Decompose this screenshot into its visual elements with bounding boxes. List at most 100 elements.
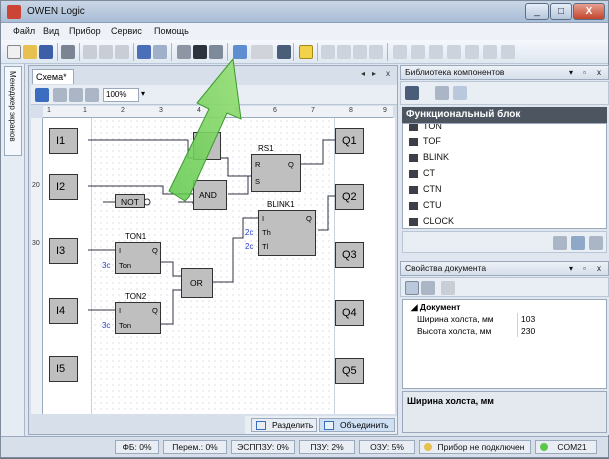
zoom-select[interactable]: 100% xyxy=(103,88,139,102)
rs1-block[interactable]: R S Q xyxy=(251,154,301,192)
grid-view-icon[interactable] xyxy=(35,88,49,102)
menu-view[interactable]: Вид xyxy=(43,26,59,36)
blink1-th-param[interactable]: 2с xyxy=(245,228,253,237)
ton1-ton-param[interactable]: 3с xyxy=(102,261,110,270)
output-q3[interactable]: Q3 xyxy=(335,242,364,268)
ton2-block[interactable]: I Ton Q xyxy=(115,302,161,334)
column-divider xyxy=(517,325,518,337)
undo-icon[interactable] xyxy=(137,45,151,59)
menu-help[interactable]: Помощь xyxy=(154,26,189,36)
close-icon[interactable]: x xyxy=(597,262,601,275)
input-i4[interactable]: I4 xyxy=(49,298,78,324)
status-ram: ОЗУ: 5% xyxy=(359,440,415,454)
alphabetical-icon[interactable] xyxy=(421,281,435,295)
tab-scroll-right-button[interactable]: ▸ xyxy=(372,69,376,78)
library-list[interactable]: TON TOF BLINK CT CTN CTU CLOCK xyxy=(402,123,607,229)
property-value[interactable]: 230 xyxy=(521,326,535,336)
categorized-icon[interactable] xyxy=(405,281,419,295)
variable-out-icon[interactable] xyxy=(337,45,351,59)
chevron-down-icon[interactable]: ▾ xyxy=(141,89,145,98)
save-icon[interactable] xyxy=(39,45,53,59)
zoom-fit-icon[interactable] xyxy=(69,88,83,102)
menu-device[interactable]: Прибор xyxy=(69,26,101,36)
dock-icon[interactable]: ▫ xyxy=(583,262,586,275)
not-block[interactable]: NOT xyxy=(115,194,145,208)
input-i1[interactable]: I1 xyxy=(49,128,78,154)
dock-icon[interactable]: ▫ xyxy=(583,66,586,79)
device-icon[interactable] xyxy=(193,45,207,59)
status-port[interactable]: COM21 xyxy=(535,440,597,454)
pin-icon[interactable]: ▾ xyxy=(569,262,573,275)
read-write-icon[interactable] xyxy=(447,45,461,59)
property-group[interactable]: ◢ Документ xyxy=(403,302,608,314)
zoom-in-icon[interactable] xyxy=(85,88,99,102)
close-button[interactable]: X xyxy=(573,3,605,20)
fx-user-icon[interactable] xyxy=(571,236,585,250)
compile-icon[interactable] xyxy=(177,45,191,59)
cut-icon[interactable] xyxy=(83,45,97,59)
input-i2[interactable]: I2 xyxy=(49,174,78,200)
minimize-button[interactable]: _ xyxy=(525,3,549,20)
tab-scheme[interactable]: Схема* xyxy=(32,69,74,84)
folder-view-icon[interactable] xyxy=(453,86,467,100)
zoom-out-icon[interactable] xyxy=(53,88,67,102)
ton2-ton-param[interactable]: 3с xyxy=(102,321,110,330)
property-row[interactable]: Высота холста, мм 230 xyxy=(403,325,608,338)
property-pages-icon[interactable] xyxy=(441,281,455,295)
grid-icon[interactable] xyxy=(277,45,291,59)
blink1-tl-param[interactable]: 2с xyxy=(245,242,253,251)
library-category[interactable]: Функциональный блок xyxy=(402,107,607,123)
connector-icon[interactable] xyxy=(369,45,383,59)
output-q1[interactable]: Q1 xyxy=(335,128,364,154)
input-i3[interactable]: I3 xyxy=(49,238,78,264)
property-value[interactable]: 103 xyxy=(521,314,535,324)
menu-file[interactable]: Файл xyxy=(13,26,35,36)
run-icon[interactable] xyxy=(233,45,247,59)
x-out-icon[interactable] xyxy=(483,45,497,59)
merge-button[interactable]: Объединить xyxy=(319,418,395,432)
tab-scroll-left-button[interactable]: ◂ xyxy=(361,69,365,78)
print-icon[interactable] xyxy=(61,45,75,59)
block-top[interactable] xyxy=(193,132,221,160)
menu-service[interactable]: Сервис xyxy=(111,26,142,36)
output-q2[interactable]: Q2 xyxy=(335,184,364,210)
sort-icon[interactable] xyxy=(435,86,449,100)
and-block[interactable]: AND xyxy=(193,180,227,210)
macro-icon[interactable] xyxy=(429,45,443,59)
macro-list-icon[interactable] xyxy=(589,236,603,250)
network-var-icon[interactable] xyxy=(393,45,407,59)
window-title: OWEN Logic xyxy=(27,6,85,17)
debug-dropdown-icon[interactable] xyxy=(251,45,273,59)
open-folder-icon[interactable] xyxy=(23,45,37,59)
or-block[interactable]: OR xyxy=(181,268,213,298)
title-bar[interactable]: OWEN Logic _ □ X xyxy=(1,1,608,23)
ton1-block[interactable]: I Ton Q xyxy=(115,242,161,274)
copy-icon[interactable] xyxy=(99,45,113,59)
toolbar-divider xyxy=(57,43,58,61)
pin-icon[interactable]: ▾ xyxy=(569,66,573,79)
x-in-icon[interactable] xyxy=(465,45,479,59)
network-out-icon[interactable] xyxy=(411,45,425,59)
maximize-button[interactable]: □ xyxy=(550,3,572,20)
close-icon[interactable]: x xyxy=(597,66,601,79)
constant-icon[interactable] xyxy=(353,45,367,59)
function-icon[interactable] xyxy=(501,45,515,59)
paste-icon[interactable] xyxy=(115,45,129,59)
variable-in-icon[interactable] xyxy=(321,45,335,59)
new-file-icon[interactable] xyxy=(7,45,21,59)
fx-icon[interactable] xyxy=(553,236,567,250)
toolbar-divider xyxy=(79,43,80,61)
output-q4[interactable]: Q4 xyxy=(335,300,364,326)
input-i5[interactable]: I5 xyxy=(49,356,78,382)
text-tool-icon[interactable] xyxy=(299,45,313,59)
tab-close-button[interactable]: x xyxy=(386,69,390,78)
split-button[interactable]: Разделить xyxy=(251,418,317,432)
output-q5[interactable]: Q5 xyxy=(335,358,364,384)
scheme-canvas[interactable]: I1 I2 I3 I4 I5 Q1 Q2 Q3 Q4 Q5 RS1 R S Q … xyxy=(43,118,395,414)
redo-icon[interactable] xyxy=(153,45,167,59)
blink1-block[interactable]: I Th Tl Q xyxy=(258,210,316,256)
property-row[interactable]: Ширина холста, мм 103 xyxy=(403,313,608,326)
list-view-icon[interactable] xyxy=(405,86,419,100)
settings-icon[interactable] xyxy=(209,45,223,59)
screen-manager-tab[interactable]: Менеджер экранов xyxy=(4,66,22,156)
